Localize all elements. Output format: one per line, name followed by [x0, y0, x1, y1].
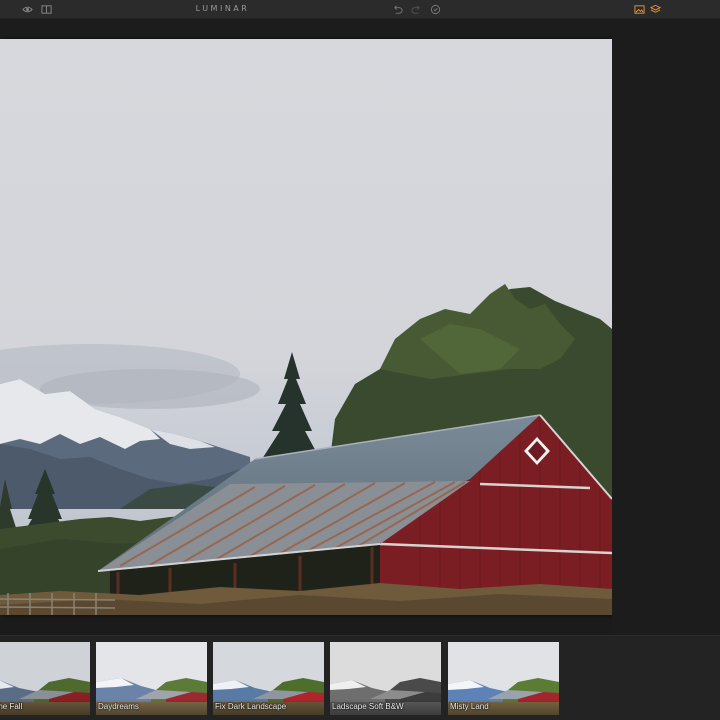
app-title: LUMINAR: [195, 4, 250, 13]
history-icon[interactable]: [430, 4, 441, 15]
preset-label: Ladscape Soft B&W: [332, 702, 404, 711]
image-canvas[interactable]: [0, 39, 612, 615]
image-browser-icon[interactable]: [634, 4, 645, 15]
preset-label: Misty Land: [450, 702, 489, 711]
preset-thumb[interactable]: Fix Dark Landscape: [213, 642, 324, 715]
presets-filmstrip: s of the Fall Daydreams: [0, 635, 720, 720]
undo-icon[interactable]: [392, 4, 403, 15]
luminar-window: LUMINAR he Fall Daydreams Fix Dark Lands…: [0, 0, 720, 720]
preset-label: s of the Fall: [0, 702, 23, 711]
layers-icon[interactable]: [650, 4, 661, 15]
preset-thumb[interactable]: Daydreams: [96, 642, 207, 715]
redo-icon[interactable]: [411, 4, 422, 15]
preset-thumb[interactable]: Ladscape Soft B&W: [330, 642, 441, 715]
right-side-panel: [612, 19, 720, 635]
preset-thumb[interactable]: s of the Fall: [0, 642, 90, 715]
preset-label: Fix Dark Landscape: [215, 702, 287, 711]
preset-label: Daydreams: [98, 702, 139, 711]
preset-thumb[interactable]: Misty Land: [448, 642, 559, 715]
top-toolbar: LUMINAR: [0, 0, 720, 19]
